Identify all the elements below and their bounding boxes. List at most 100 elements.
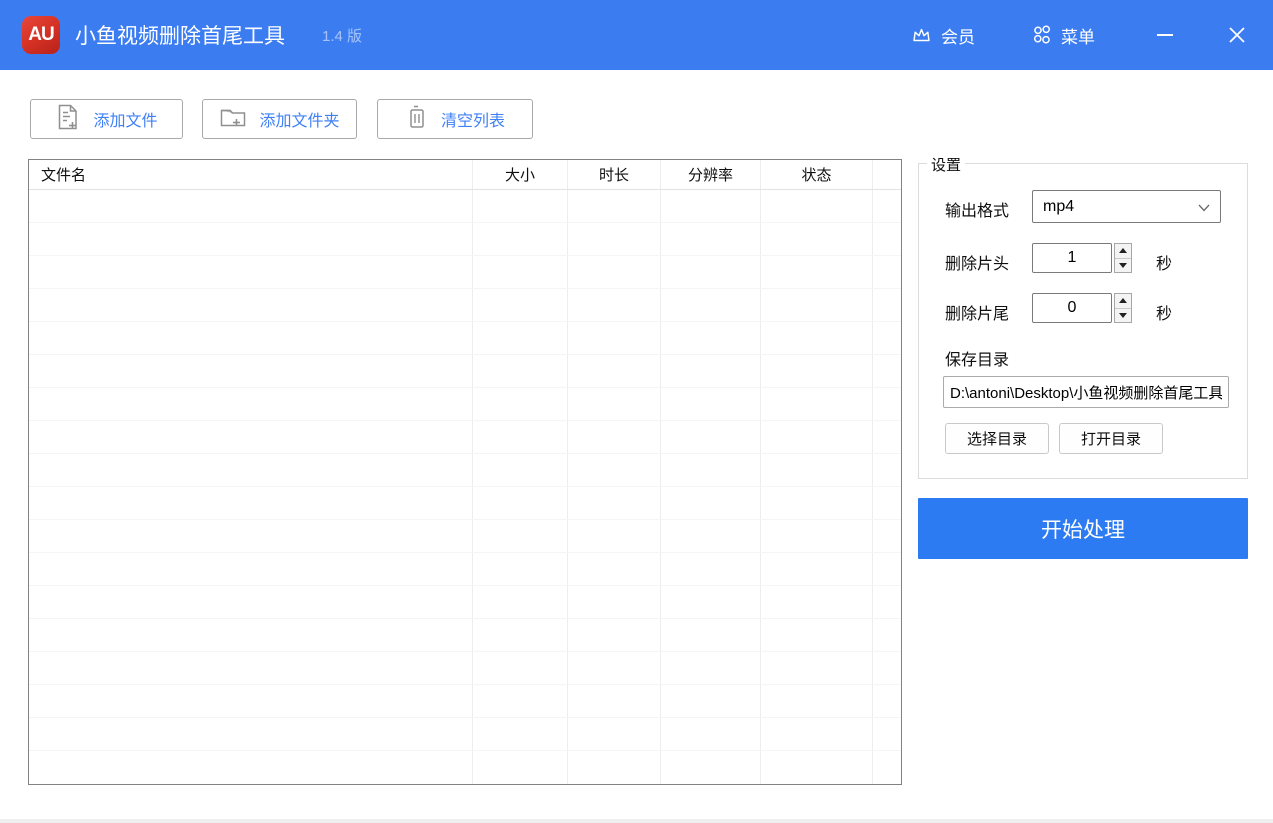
spin-down-button[interactable] <box>1115 259 1131 273</box>
table-row <box>29 685 901 718</box>
table-cell <box>473 421 568 453</box>
table-cell <box>568 223 661 255</box>
table-cell <box>29 586 473 618</box>
table-cell <box>473 487 568 519</box>
add-folder-button[interactable]: 添加文件夹 <box>202 99 357 139</box>
minimize-button[interactable] <box>1145 17 1185 53</box>
table-cell <box>873 718 901 750</box>
window-title: 小鱼视频删除首尾工具 <box>75 0 285 70</box>
menu-button[interactable]: 菜单 <box>1027 17 1099 54</box>
titlebar: AU 小鱼视频删除首尾工具 1.4 版 会员 菜单 <box>0 0 1273 70</box>
table-cell <box>473 718 568 750</box>
close-button[interactable] <box>1217 17 1257 53</box>
table-cell <box>29 652 473 684</box>
table-cell <box>873 256 901 288</box>
spin-down-button[interactable] <box>1115 309 1131 323</box>
table-row <box>29 190 901 223</box>
start-processing-button[interactable]: 开始处理 <box>918 498 1248 559</box>
table-row <box>29 751 901 784</box>
table-row <box>29 487 901 520</box>
table-cell <box>568 487 661 519</box>
file-table-body <box>29 190 901 784</box>
table-cell <box>473 586 568 618</box>
table-row <box>29 421 901 454</box>
table-cell <box>661 289 761 321</box>
table-row <box>29 322 901 355</box>
table-cell <box>473 553 568 585</box>
table-cell <box>568 388 661 420</box>
table-cell <box>473 355 568 387</box>
trim-head-spinner <box>1114 243 1132 273</box>
table-cell <box>761 421 873 453</box>
member-button[interactable]: 会员 <box>906 17 979 54</box>
spin-up-button[interactable] <box>1115 244 1131 259</box>
member-label: 会员 <box>941 23 975 48</box>
open-dir-label: 打开目录 <box>1081 428 1141 449</box>
table-cell <box>873 289 901 321</box>
table-cell <box>29 685 473 717</box>
minimize-icon <box>1155 25 1175 45</box>
table-cell <box>873 421 901 453</box>
table-row <box>29 256 901 289</box>
table-cell <box>873 487 901 519</box>
table-cell <box>29 553 473 585</box>
trash-icon <box>405 103 429 136</box>
trim-tail-label: 删除片尾 <box>945 300 1009 324</box>
menu-label: 菜单 <box>1061 23 1095 48</box>
titlebar-controls: 会员 菜单 <box>906 0 1273 70</box>
file-table-header: 文件名 大小 时长 分辨率 状态 <box>29 160 901 190</box>
app-logo-icon: AU <box>22 16 60 54</box>
table-cell <box>568 586 661 618</box>
table-cell <box>661 388 761 420</box>
clear-list-button[interactable]: 清空列表 <box>377 99 533 139</box>
save-dir-label: 保存目录 <box>945 346 1009 370</box>
table-cell <box>568 355 661 387</box>
table-cell <box>661 619 761 651</box>
seconds-unit-label: 秒 <box>1156 300 1172 324</box>
table-cell <box>568 718 661 750</box>
table-cell <box>761 718 873 750</box>
table-cell <box>568 454 661 486</box>
table-cell <box>473 223 568 255</box>
table-cell <box>761 586 873 618</box>
table-row <box>29 520 901 553</box>
table-cell <box>568 553 661 585</box>
table-cell <box>873 322 901 354</box>
table-cell <box>761 223 873 255</box>
table-cell <box>761 322 873 354</box>
table-cell <box>761 454 873 486</box>
window-bottom-edge <box>0 819 1273 823</box>
table-cell <box>568 256 661 288</box>
open-dir-button[interactable]: 打开目录 <box>1059 423 1163 454</box>
table-cell <box>568 619 661 651</box>
settings-group: 设置 输出格式 mp4 删除片头 秒 删除片尾 秒 保存目录 选择目录 打开目录 <box>918 163 1248 479</box>
spin-up-button[interactable] <box>1115 294 1131 309</box>
table-cell <box>473 454 568 486</box>
table-cell <box>568 751 661 784</box>
table-cell <box>873 223 901 255</box>
add-file-button[interactable]: 添加文件 <box>30 99 183 139</box>
output-format-label: 输出格式 <box>945 197 1009 221</box>
settings-legend: 设置 <box>927 154 965 175</box>
table-cell <box>29 520 473 552</box>
table-cell <box>29 256 473 288</box>
output-format-select[interactable]: mp4 <box>1032 190 1221 223</box>
table-cell <box>873 553 901 585</box>
save-dir-input[interactable] <box>943 376 1229 408</box>
table-cell <box>473 619 568 651</box>
choose-dir-button[interactable]: 选择目录 <box>945 423 1049 454</box>
trim-head-input[interactable] <box>1032 243 1112 273</box>
table-cell <box>873 454 901 486</box>
table-row <box>29 388 901 421</box>
column-header-filename: 文件名 <box>29 160 473 189</box>
seconds-unit-label: 秒 <box>1156 250 1172 274</box>
table-cell <box>29 619 473 651</box>
table-cell <box>29 190 473 222</box>
trim-tail-input[interactable] <box>1032 293 1112 323</box>
trim-head-label: 删除片头 <box>945 250 1009 274</box>
table-cell <box>568 685 661 717</box>
file-table: 文件名 大小 时长 分辨率 状态 <box>28 159 902 785</box>
table-row <box>29 553 901 586</box>
table-cell <box>661 190 761 222</box>
grid-menu-icon <box>1031 24 1053 46</box>
